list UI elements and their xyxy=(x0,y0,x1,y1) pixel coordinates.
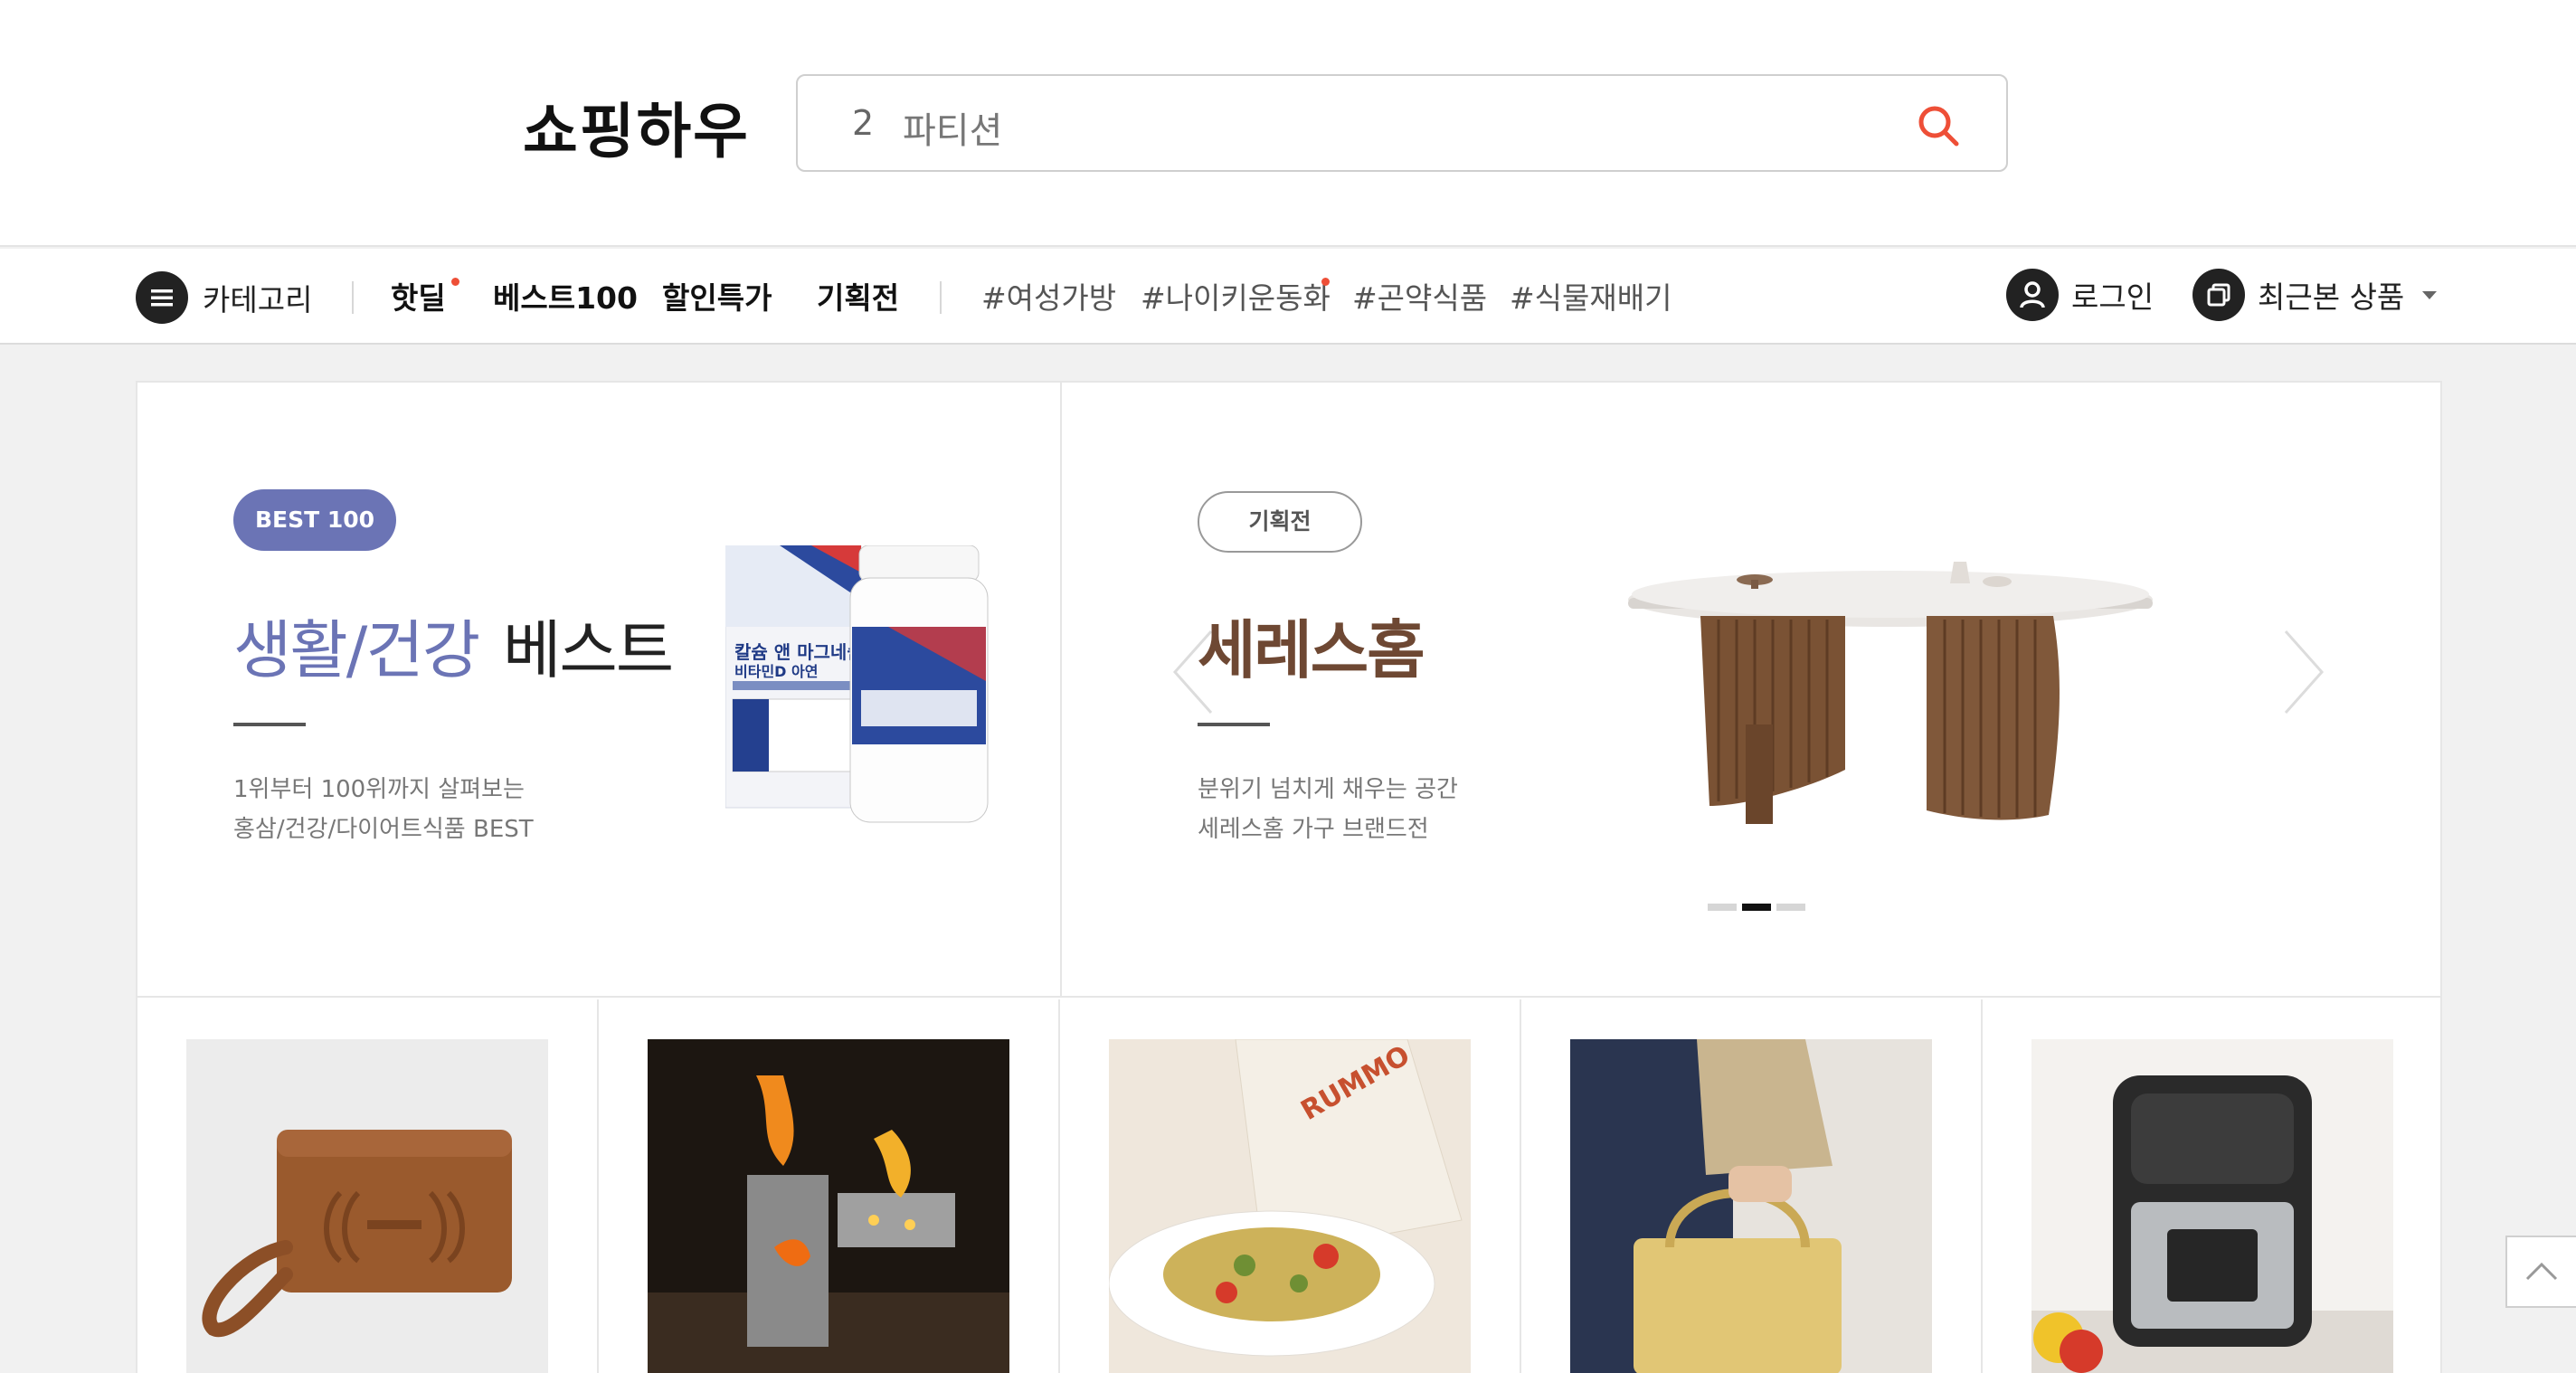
scroll-to-top-button[interactable] xyxy=(2505,1236,2576,1308)
air-fryer-image xyxy=(2031,1039,2393,1373)
new-dot xyxy=(1321,278,1330,286)
recent-products-button[interactable]: 최근본 상품 xyxy=(2192,269,2438,321)
pager-dot-active[interactable] xyxy=(1742,904,1771,911)
banner-desc-line: 1위부터 100위까지 살펴보는 xyxy=(233,776,525,803)
leather-pouch-image xyxy=(186,1039,548,1373)
banner-description: 1위부터 100위까지 살펴보는 홍삼/건강/다이어트식품 BEST xyxy=(233,770,534,849)
product-tile[interactable]: RUMMO xyxy=(1060,999,1521,1373)
banner-desc-line: 세레스홈 가구 브랜드전 xyxy=(1198,816,1429,843)
hashtag-women-bag[interactable]: #여성가방 xyxy=(981,274,1116,317)
pager-dot[interactable] xyxy=(1776,904,1805,911)
banner-desc-line: 분위기 넘치게 채우는 공간 xyxy=(1198,776,1458,803)
carousel-pager xyxy=(1708,904,1805,911)
search-keyword[interactable]: 파티션 xyxy=(903,101,1002,154)
nav-divider xyxy=(352,281,354,314)
product-tile[interactable] xyxy=(1521,999,1983,1373)
banner-desc-line: 홍삼/건강/다이어트식품 BEST xyxy=(233,816,534,843)
pager-dot[interactable] xyxy=(1708,904,1737,911)
camping-stove-image xyxy=(648,1039,1009,1373)
main-nav: 카테고리 핫딜 베스트100 할인특가 기획전 #여성가방 #나이키운동화 #곤… xyxy=(0,249,2576,345)
product-tile-row: RUMMO xyxy=(137,999,2442,1373)
nav-item-exhibition[interactable]: 기획전 xyxy=(817,274,899,317)
banner-title-highlight: 생활/건강 xyxy=(233,613,480,687)
recent-products-label: 최근본 상품 xyxy=(2258,279,2405,315)
product-tile[interactable] xyxy=(1983,999,2444,1373)
login-label: 로그인 xyxy=(2071,279,2155,315)
nav-item-discount[interactable]: 할인특가 xyxy=(662,274,772,317)
menu-icon xyxy=(136,271,188,324)
pasta-dish-image: RUMMO xyxy=(1109,1039,1471,1373)
banner-best100[interactable]: BEST 100 생활/건강 베스트 1위부터 100위까지 살펴보는 홍삼/건… xyxy=(137,383,1062,998)
new-dot xyxy=(451,278,459,286)
tote-bag-image xyxy=(1570,1039,1932,1373)
banner-title: 세레스홈 xyxy=(1198,613,1425,687)
title-divider xyxy=(233,723,306,726)
search-rank: 2 xyxy=(852,103,875,143)
banner-title: 베스트 xyxy=(503,613,674,687)
chevron-up-icon xyxy=(2525,1262,2558,1281)
search-bar[interactable]: 2 파티션 xyxy=(796,74,2008,172)
recent-items-icon xyxy=(2192,269,2245,321)
nav-item-hotdeal[interactable]: 핫딜 xyxy=(391,274,446,317)
product-tile[interactable] xyxy=(599,999,1060,1373)
exhibition-badge: 기획전 xyxy=(1198,491,1362,553)
hashtag-plant-grower[interactable]: #식물재배기 xyxy=(1510,274,1672,317)
login-button[interactable]: 로그인 xyxy=(2006,269,2154,321)
category-button[interactable]: 카테고리 xyxy=(136,270,312,325)
user-icon xyxy=(2006,269,2059,321)
supplement-product-image: 칼슘 앤 마그네슘 비타민D 아연 xyxy=(725,545,989,823)
banner-description: 분위기 넘치게 채우는 공간 세레스홈 가구 브랜드전 xyxy=(1198,770,1458,849)
hashtag-konjac-food[interactable]: #곤약식품 xyxy=(1352,274,1487,317)
nav-divider xyxy=(940,281,942,314)
product-name-text: 칼슘 앤 마그네슘 xyxy=(734,641,864,663)
hashtag-nike-shoes[interactable]: #나이키운동화 xyxy=(1141,274,1331,317)
chevron-down-icon xyxy=(2422,290,2438,299)
category-label: 카테고리 xyxy=(203,282,313,317)
best100-badge: BEST 100 xyxy=(233,489,396,551)
product-sub-text: 비타민D 아연 xyxy=(734,663,818,680)
site-logo[interactable]: 쇼핑하우 xyxy=(523,83,750,170)
product-tile[interactable] xyxy=(137,999,599,1373)
site-header: 쇼핑하우 2 파티션 xyxy=(0,0,2576,247)
nav-item-best100[interactable]: 베스트100 xyxy=(493,274,638,317)
oval-table-image xyxy=(1628,562,2153,824)
main-content: BEST 100 생활/건강 베스트 1위부터 100위까지 살펴보는 홍삼/건… xyxy=(136,381,2442,1373)
title-divider xyxy=(1198,723,1270,726)
next-slide-arrow[interactable] xyxy=(2281,627,2326,717)
search-icon[interactable] xyxy=(1916,103,1961,148)
banner-exhibition[interactable]: 기획전 세레스홈 분위기 넘치게 채우는 공간 세레스홈 가구 브랜드전 xyxy=(1062,383,2442,998)
